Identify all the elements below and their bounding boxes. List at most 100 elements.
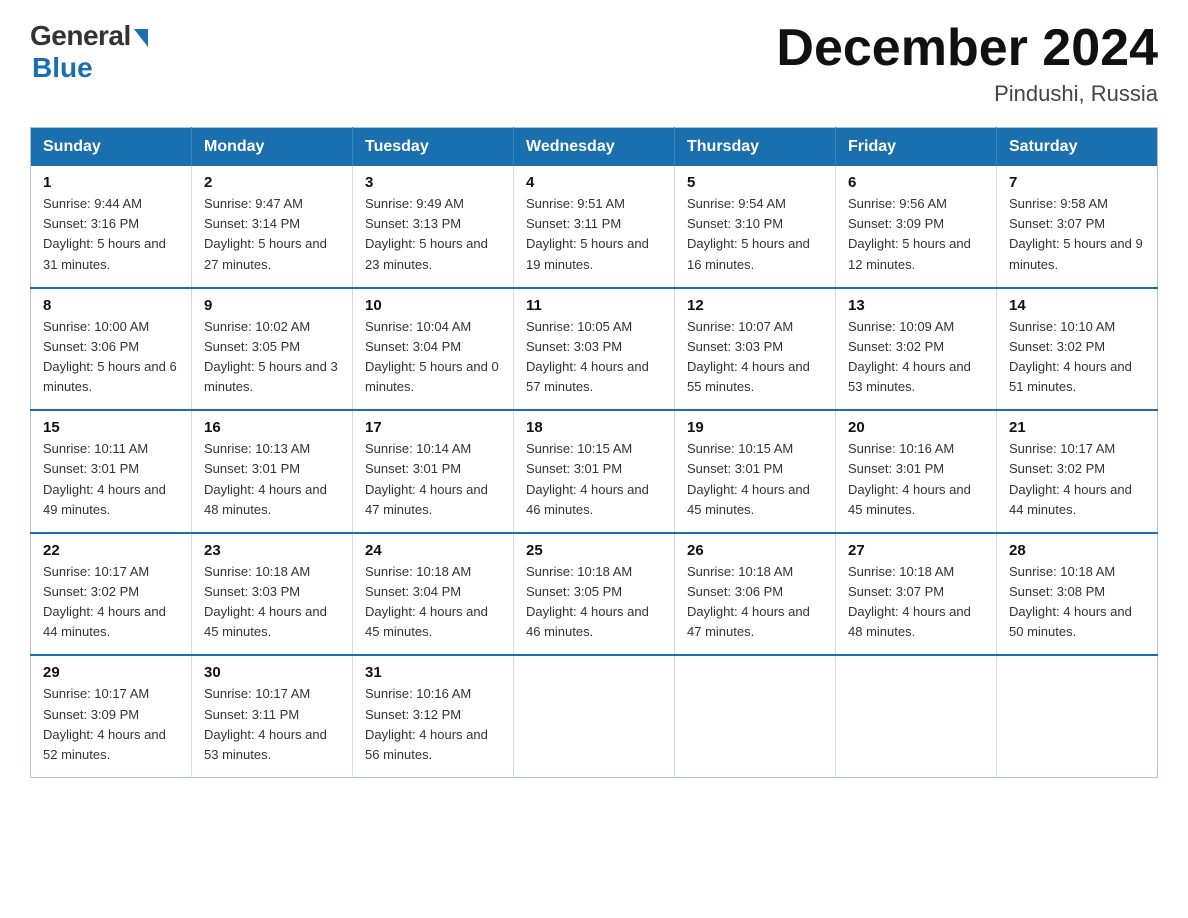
day-info: Sunrise: 10:18 AM Sunset: 3:08 PM Daylig… — [1009, 562, 1145, 643]
calendar-day-cell: 24 Sunrise: 10:18 AM Sunset: 3:04 PM Day… — [353, 533, 514, 656]
location: Pindushi, Russia — [776, 81, 1158, 107]
day-info: Sunrise: 10:02 AM Sunset: 3:05 PM Daylig… — [204, 317, 340, 398]
calendar-week-row: 8 Sunrise: 10:00 AM Sunset: 3:06 PM Dayl… — [31, 288, 1158, 411]
calendar-day-cell: 9 Sunrise: 10:02 AM Sunset: 3:05 PM Dayl… — [192, 288, 353, 411]
calendar-day-cell: 8 Sunrise: 10:00 AM Sunset: 3:06 PM Dayl… — [31, 288, 192, 411]
day-info: Sunrise: 10:11 AM Sunset: 3:01 PM Daylig… — [43, 439, 179, 520]
day-number: 16 — [204, 419, 340, 436]
day-info: Sunrise: 10:17 AM Sunset: 3:02 PM Daylig… — [1009, 439, 1145, 520]
calendar-week-row: 15 Sunrise: 10:11 AM Sunset: 3:01 PM Day… — [31, 410, 1158, 533]
calendar-day-cell: 14 Sunrise: 10:10 AM Sunset: 3:02 PM Day… — [997, 288, 1158, 411]
day-info: Sunrise: 10:15 AM Sunset: 3:01 PM Daylig… — [526, 439, 662, 520]
day-number: 20 — [848, 419, 984, 436]
logo-blue-text: Blue — [32, 52, 93, 84]
calendar-day-cell: 31 Sunrise: 10:16 AM Sunset: 3:12 PM Day… — [353, 655, 514, 777]
calendar-day-cell: 19 Sunrise: 10:15 AM Sunset: 3:01 PM Day… — [675, 410, 836, 533]
calendar-day-cell: 6 Sunrise: 9:56 AM Sunset: 3:09 PM Dayli… — [836, 166, 997, 288]
header-monday: Monday — [192, 128, 353, 167]
day-info: Sunrise: 10:10 AM Sunset: 3:02 PM Daylig… — [1009, 317, 1145, 398]
day-number: 4 — [526, 174, 662, 191]
day-number: 29 — [43, 664, 179, 681]
calendar-day-cell: 30 Sunrise: 10:17 AM Sunset: 3:11 PM Day… — [192, 655, 353, 777]
day-number: 22 — [43, 542, 179, 559]
day-info: Sunrise: 10:18 AM Sunset: 3:03 PM Daylig… — [204, 562, 340, 643]
day-info: Sunrise: 10:07 AM Sunset: 3:03 PM Daylig… — [687, 317, 823, 398]
calendar-week-row: 22 Sunrise: 10:17 AM Sunset: 3:02 PM Day… — [31, 533, 1158, 656]
day-info: Sunrise: 10:18 AM Sunset: 3:04 PM Daylig… — [365, 562, 501, 643]
calendar-day-cell: 12 Sunrise: 10:07 AM Sunset: 3:03 PM Day… — [675, 288, 836, 411]
day-number: 12 — [687, 297, 823, 314]
day-info: Sunrise: 10:16 AM Sunset: 3:01 PM Daylig… — [848, 439, 984, 520]
day-number: 26 — [687, 542, 823, 559]
day-info: Sunrise: 10:04 AM Sunset: 3:04 PM Daylig… — [365, 317, 501, 398]
logo-general-text: General — [30, 20, 131, 52]
calendar-day-cell — [514, 655, 675, 777]
calendar-day-cell: 18 Sunrise: 10:15 AM Sunset: 3:01 PM Day… — [514, 410, 675, 533]
day-number: 14 — [1009, 297, 1145, 314]
calendar-day-cell: 25 Sunrise: 10:18 AM Sunset: 3:05 PM Day… — [514, 533, 675, 656]
day-number: 6 — [848, 174, 984, 191]
day-number: 2 — [204, 174, 340, 191]
day-number: 18 — [526, 419, 662, 436]
day-number: 15 — [43, 419, 179, 436]
day-number: 17 — [365, 419, 501, 436]
day-number: 11 — [526, 297, 662, 314]
day-number: 31 — [365, 664, 501, 681]
day-number: 30 — [204, 664, 340, 681]
day-info: Sunrise: 9:56 AM Sunset: 3:09 PM Dayligh… — [848, 194, 984, 275]
day-number: 28 — [1009, 542, 1145, 559]
day-info: Sunrise: 10:17 AM Sunset: 3:11 PM Daylig… — [204, 684, 340, 765]
title-section: December 2024 Pindushi, Russia — [776, 20, 1158, 107]
calendar-day-cell — [836, 655, 997, 777]
day-info: Sunrise: 10:14 AM Sunset: 3:01 PM Daylig… — [365, 439, 501, 520]
day-number: 9 — [204, 297, 340, 314]
calendar-day-cell: 17 Sunrise: 10:14 AM Sunset: 3:01 PM Day… — [353, 410, 514, 533]
calendar-day-cell: 27 Sunrise: 10:18 AM Sunset: 3:07 PM Day… — [836, 533, 997, 656]
day-info: Sunrise: 10:09 AM Sunset: 3:02 PM Daylig… — [848, 317, 984, 398]
calendar-header-row: Sunday Monday Tuesday Wednesday Thursday… — [31, 128, 1158, 167]
day-info: Sunrise: 10:17 AM Sunset: 3:09 PM Daylig… — [43, 684, 179, 765]
calendar-day-cell: 3 Sunrise: 9:49 AM Sunset: 3:13 PM Dayli… — [353, 166, 514, 288]
calendar-day-cell — [997, 655, 1158, 777]
calendar-day-cell: 23 Sunrise: 10:18 AM Sunset: 3:03 PM Day… — [192, 533, 353, 656]
calendar-day-cell: 13 Sunrise: 10:09 AM Sunset: 3:02 PM Day… — [836, 288, 997, 411]
day-info: Sunrise: 10:15 AM Sunset: 3:01 PM Daylig… — [687, 439, 823, 520]
day-info: Sunrise: 10:18 AM Sunset: 3:07 PM Daylig… — [848, 562, 984, 643]
page-header: General Blue December 2024 Pindushi, Rus… — [30, 20, 1158, 107]
calendar-day-cell — [675, 655, 836, 777]
header-sunday: Sunday — [31, 128, 192, 167]
day-number: 23 — [204, 542, 340, 559]
calendar-day-cell: 10 Sunrise: 10:04 AM Sunset: 3:04 PM Day… — [353, 288, 514, 411]
day-info: Sunrise: 10:18 AM Sunset: 3:06 PM Daylig… — [687, 562, 823, 643]
day-number: 19 — [687, 419, 823, 436]
day-info: Sunrise: 9:44 AM Sunset: 3:16 PM Dayligh… — [43, 194, 179, 275]
logo: General Blue — [30, 20, 148, 84]
day-number: 3 — [365, 174, 501, 191]
day-number: 8 — [43, 297, 179, 314]
calendar-day-cell: 2 Sunrise: 9:47 AM Sunset: 3:14 PM Dayli… — [192, 166, 353, 288]
day-info: Sunrise: 10:05 AM Sunset: 3:03 PM Daylig… — [526, 317, 662, 398]
header-wednesday: Wednesday — [514, 128, 675, 167]
day-info: Sunrise: 10:13 AM Sunset: 3:01 PM Daylig… — [204, 439, 340, 520]
day-number: 10 — [365, 297, 501, 314]
calendar-day-cell: 26 Sunrise: 10:18 AM Sunset: 3:06 PM Day… — [675, 533, 836, 656]
calendar-day-cell: 21 Sunrise: 10:17 AM Sunset: 3:02 PM Day… — [997, 410, 1158, 533]
calendar-day-cell: 22 Sunrise: 10:17 AM Sunset: 3:02 PM Day… — [31, 533, 192, 656]
header-tuesday: Tuesday — [353, 128, 514, 167]
calendar-day-cell: 11 Sunrise: 10:05 AM Sunset: 3:03 PM Day… — [514, 288, 675, 411]
header-friday: Friday — [836, 128, 997, 167]
calendar-week-row: 1 Sunrise: 9:44 AM Sunset: 3:16 PM Dayli… — [31, 166, 1158, 288]
day-info: Sunrise: 9:51 AM Sunset: 3:11 PM Dayligh… — [526, 194, 662, 275]
day-number: 13 — [848, 297, 984, 314]
day-info: Sunrise: 10:16 AM Sunset: 3:12 PM Daylig… — [365, 684, 501, 765]
day-info: Sunrise: 10:00 AM Sunset: 3:06 PM Daylig… — [43, 317, 179, 398]
calendar-table: Sunday Monday Tuesday Wednesday Thursday… — [30, 127, 1158, 778]
calendar-day-cell: 1 Sunrise: 9:44 AM Sunset: 3:16 PM Dayli… — [31, 166, 192, 288]
day-info: Sunrise: 10:17 AM Sunset: 3:02 PM Daylig… — [43, 562, 179, 643]
header-thursday: Thursday — [675, 128, 836, 167]
header-saturday: Saturday — [997, 128, 1158, 167]
day-number: 5 — [687, 174, 823, 191]
day-info: Sunrise: 9:58 AM Sunset: 3:07 PM Dayligh… — [1009, 194, 1145, 275]
calendar-day-cell: 4 Sunrise: 9:51 AM Sunset: 3:11 PM Dayli… — [514, 166, 675, 288]
calendar-day-cell: 29 Sunrise: 10:17 AM Sunset: 3:09 PM Day… — [31, 655, 192, 777]
